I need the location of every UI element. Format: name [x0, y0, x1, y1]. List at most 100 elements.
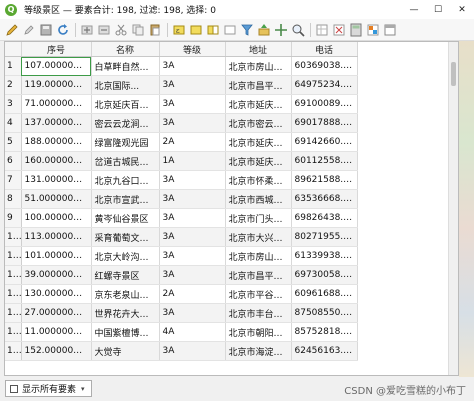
table-cell[interactable]: 60112558.000...	[291, 151, 358, 171]
row-number[interactable]: 8	[5, 189, 22, 209]
table-cell[interactable]: 3A	[159, 246, 226, 266]
table-cell[interactable]: 岔道古城民俗...	[91, 151, 160, 171]
table-cell[interactable]: 89621588.000...	[291, 170, 358, 190]
paste-icon[interactable]	[148, 23, 162, 37]
table-row[interactable]: 851.000000000...北京市宣武艺园3A北京市西城区...635366…	[5, 189, 358, 209]
table-cell[interactable]: 北京市平谷区...	[225, 284, 292, 304]
zoom-to-selection-icon[interactable]	[291, 23, 305, 37]
table-cell[interactable]: 2A	[159, 132, 226, 152]
table-cell[interactable]: 39.000000000...	[21, 265, 92, 285]
multi-edit-icon[interactable]	[22, 23, 36, 37]
row-number[interactable]: 1	[5, 56, 22, 76]
table-cell[interactable]: 62456163.000...	[291, 341, 358, 361]
table-row[interactable]: 13130.000000000...京东老泉山野...2A北京市平谷区...60…	[5, 284, 358, 304]
row-number[interactable]: 7	[5, 170, 22, 190]
column-header[interactable]: 等级	[159, 42, 226, 57]
delete-field-icon[interactable]	[332, 23, 346, 37]
table-cell[interactable]: 3A	[159, 56, 226, 76]
table-cell[interactable]: 61339938.000...	[291, 246, 358, 266]
table-cell[interactable]: 69100089.000...	[291, 94, 358, 114]
deselect-icon[interactable]	[223, 23, 237, 37]
table-cell[interactable]: 北京市西城区...	[225, 189, 292, 209]
move-to-top-icon[interactable]	[257, 23, 271, 37]
table-cell[interactable]: 北京市房山区...	[225, 56, 292, 76]
table-cell[interactable]: 3A	[159, 189, 226, 209]
new-field-icon[interactable]	[315, 23, 329, 37]
table-cell[interactable]: 北京市昌平区...	[225, 265, 292, 285]
table-cell[interactable]: 188.000000000...	[21, 132, 92, 152]
table-cell[interactable]: 黄岑仙谷景区	[91, 208, 160, 228]
table-cell[interactable]: 160.000000000...	[21, 151, 92, 171]
table-cell[interactable]: 白草畔自然风...	[91, 56, 160, 76]
table-cell[interactable]: 137.000000000...	[21, 113, 92, 133]
table-cell[interactable]: 北京市大兴区...	[225, 227, 292, 247]
row-number[interactable]: 12	[5, 265, 22, 285]
table-cell[interactable]: 京东老泉山野...	[91, 284, 160, 304]
column-header[interactable]: 序号	[21, 42, 92, 57]
table-row[interactable]: 9100.000000000...黄岑仙谷景区3A北京市门头沟...698264…	[5, 208, 358, 228]
column-header[interactable]: 地址	[225, 42, 292, 57]
table-cell[interactable]: 107.000000000...	[21, 56, 92, 76]
table-cell[interactable]: 密云云龙涧景区	[91, 113, 160, 133]
scrollbar-thumb[interactable]	[451, 62, 456, 86]
table-row[interactable]: 371.000000000...北京延庆百里...3A北京市延庆县...6910…	[5, 94, 358, 114]
pencil-edit-icon[interactable]	[5, 23, 19, 37]
table-cell[interactable]: 3A	[159, 75, 226, 95]
row-number[interactable]: 4	[5, 113, 22, 133]
save-icon[interactable]	[39, 23, 53, 37]
table-cell[interactable]: 北京市延庆县...	[225, 151, 292, 171]
column-header[interactable]: 电话	[291, 42, 358, 57]
table-cell[interactable]: 采育葡萄文化...	[91, 227, 160, 247]
table-cell[interactable]: 北京市密云县...	[225, 113, 292, 133]
table-row[interactable]: 7131.000000000...北京九谷口风...3A北京市怀柔区...896…	[5, 170, 358, 190]
row-number[interactable]: 10	[5, 227, 22, 247]
table-cell[interactable]: 北京市丰台区...	[225, 303, 292, 323]
table-cell[interactable]: 71.000000000...	[21, 94, 92, 114]
table-cell[interactable]: 红螺寺景区	[91, 265, 160, 285]
table-row[interactable]: 1239.000000000...红螺寺景区3A北京市昌平区...6973005…	[5, 265, 358, 285]
row-number[interactable]: 15	[5, 322, 22, 342]
show-all-features-button[interactable]: 显示所有要素 ▾	[5, 380, 92, 397]
table-cell[interactable]: 3A	[159, 94, 226, 114]
table-cell[interactable]: 3A	[159, 113, 226, 133]
table-row[interactable]: 1107.000000000...白草畔自然风...3A北京市房山区...603…	[5, 56, 358, 76]
table-cell[interactable]: 北京市怀柔区...	[225, 170, 292, 190]
table-cell[interactable]: 北京市宣武艺园	[91, 189, 160, 209]
table-row[interactable]: 2119.000000000...北京国际...3A北京市昌平区...64975…	[5, 75, 358, 95]
table-cell[interactable]: 131.000000000...	[21, 170, 92, 190]
add-feature-icon[interactable]	[80, 23, 94, 37]
table-cell[interactable]: 北京市房山区...	[225, 246, 292, 266]
table-cell[interactable]: 63536668.000...	[291, 189, 358, 209]
table-cell[interactable]: 中国紫檀博物馆	[91, 322, 160, 342]
table-row[interactable]: 16152.000000000...大觉寺3A北京市海淀区...62456163…	[5, 341, 358, 361]
table-cell[interactable]: 100.000000000...	[21, 208, 92, 228]
table-cell[interactable]: 27.000000000...	[21, 303, 92, 323]
table-cell[interactable]: 69730058.000...	[291, 265, 358, 285]
table-row[interactable]: 5188.000000000...绿富隆观光园2A北京市延庆县...691426…	[5, 132, 358, 152]
table-cell[interactable]: 北京延庆百里...	[91, 94, 160, 114]
pan-to-selection-icon[interactable]	[274, 23, 288, 37]
table-cell[interactable]: 69017888.000...	[291, 113, 358, 133]
table-row[interactable]: 1511.000000000...中国紫檀博物馆4A北京市朝阳区...85752…	[5, 322, 358, 342]
corner-header[interactable]	[5, 42, 22, 57]
table-cell[interactable]: 3A	[159, 208, 226, 228]
row-number[interactable]: 5	[5, 132, 22, 152]
table-cell[interactable]: 69826438.000...	[291, 208, 358, 228]
filter-icon[interactable]	[240, 23, 254, 37]
column-header[interactable]: 名称	[91, 42, 160, 57]
table-cell[interactable]: 60961688.000...	[291, 284, 358, 304]
field-calculator-icon[interactable]	[349, 23, 363, 37]
row-number[interactable]: 6	[5, 151, 22, 171]
table-row[interactable]: 1427.000000000...世界花卉大观园3A北京市丰台区...87508…	[5, 303, 358, 323]
table-row[interactable]: 4137.000000000...密云云龙涧景区3A北京市密云县...69017…	[5, 113, 358, 133]
row-number[interactable]: 3	[5, 94, 22, 114]
table-cell[interactable]: 130.000000000...	[21, 284, 92, 304]
table-cell[interactable]: 3A	[159, 265, 226, 285]
table-cell[interactable]: 119.000000000...	[21, 75, 92, 95]
table-cell[interactable]: 北京市门头沟...	[225, 208, 292, 228]
table-cell[interactable]: 101.000000000...	[21, 246, 92, 266]
row-number[interactable]: 2	[5, 75, 22, 95]
table-cell[interactable]: 3A	[159, 341, 226, 361]
table-cell[interactable]: 60369038.000...	[291, 56, 358, 76]
table-cell[interactable]: 152.000000000...	[21, 341, 92, 361]
